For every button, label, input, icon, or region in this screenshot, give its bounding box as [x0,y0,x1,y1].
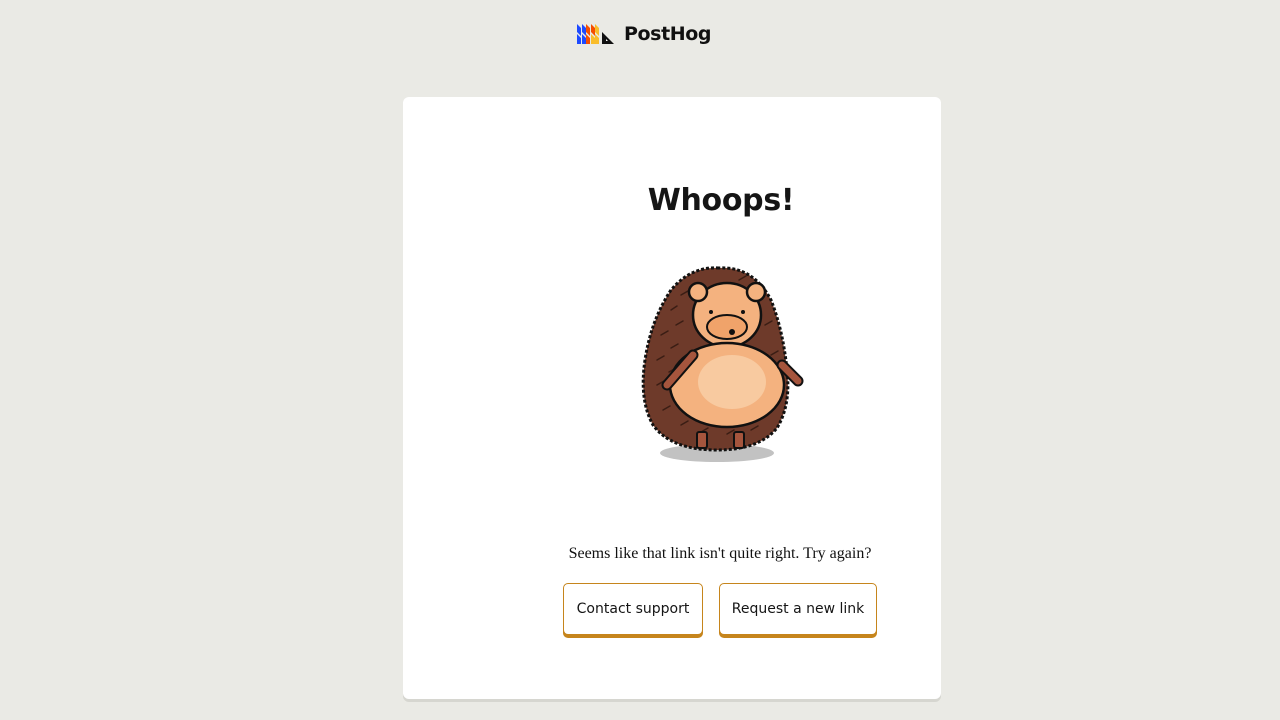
error-message: Seems like that link isn't quite right. … [568,545,872,562]
brand-name: PostHog [624,23,712,45]
contact-support-button[interactable]: Contact support [563,583,703,635]
request-new-link-button[interactable]: Request a new link [719,583,877,635]
error-card: Whoops! Seems like that link isn't quite… [403,97,941,699]
posthog-logo[interactable]: PostHog [577,22,712,46]
hedgehog-illustration [641,266,804,462]
posthog-logo-icon [577,24,614,44]
page-title: Whoops! [647,183,795,218]
header: PostHog [0,0,1280,70]
